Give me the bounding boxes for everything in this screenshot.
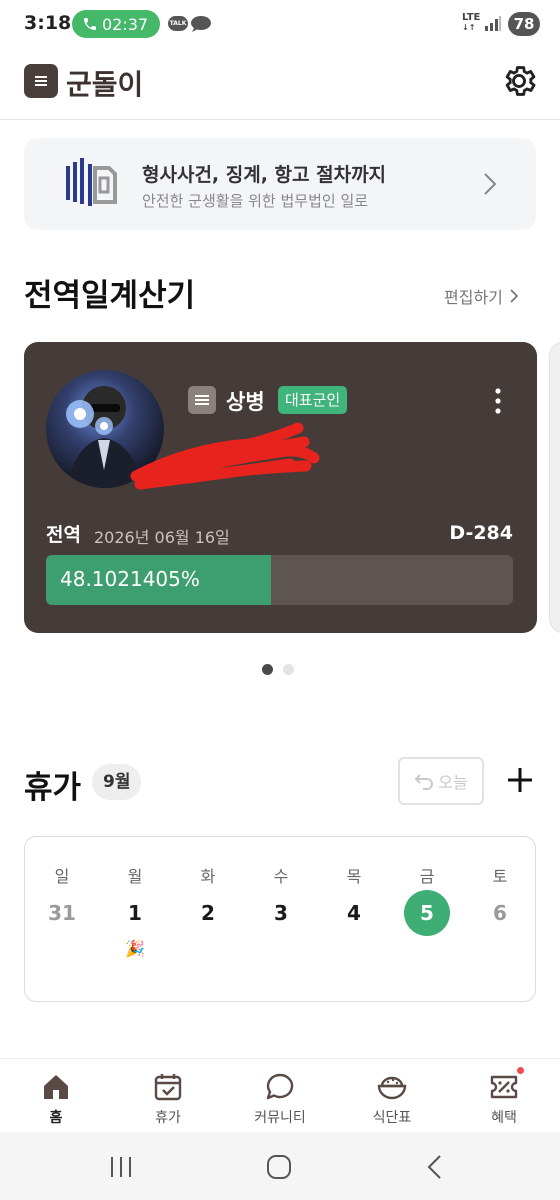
- call-timer: 02:37: [102, 14, 149, 34]
- discharge-label: 전역: [46, 524, 81, 546]
- rank-label: 상병: [226, 390, 265, 414]
- network-label: LTE: [462, 12, 481, 23]
- battery-indicator: 78: [508, 12, 540, 36]
- week-calendar: 일 31 월 1 🎉 화 2 수 3 목 4 금 5 토 6: [24, 836, 536, 1002]
- calendar-day[interactable]: 4: [331, 890, 377, 936]
- calendar-day[interactable]: 2: [185, 890, 231, 936]
- calendar-day-column[interactable]: 월 1 🎉: [105, 837, 165, 997]
- status-time: 3:18: [24, 12, 72, 34]
- nav-home[interactable]: 홈: [16, 1071, 96, 1127]
- calendar-day-column[interactable]: 화2: [178, 837, 238, 997]
- system-navigation-bar: [0, 1132, 560, 1200]
- calendar-day-column[interactable]: 목4: [324, 837, 384, 997]
- nav-community[interactable]: 커뮤니티: [240, 1071, 320, 1127]
- weekday-label: 수: [273, 867, 289, 886]
- representative-badge: 대표군인: [278, 386, 348, 414]
- today-label: 오늘: [438, 773, 468, 792]
- network-type: LTE ↓↑: [462, 12, 481, 33]
- rank-insignia-icon: [188, 386, 216, 414]
- kakaotalk-icon: TALK: [168, 16, 188, 31]
- dday-count: D-284: [449, 522, 513, 544]
- edit-link[interactable]: 편집하기: [444, 284, 519, 308]
- signal-icon: [485, 16, 501, 31]
- status-bar: 3:18 02:37 TALK LTE ↓↑ 78: [0, 0, 560, 48]
- redaction-scribble: [130, 422, 320, 490]
- chat-notification-icon: [191, 16, 211, 32]
- nav-benefits[interactable]: 혜택: [464, 1067, 544, 1127]
- calendar-day-column[interactable]: 토6: [470, 837, 530, 997]
- nav-label: 혜택: [491, 1110, 517, 1126]
- home-button-icon[interactable]: [264, 1152, 294, 1182]
- calendar-day-column[interactable]: 일 31: [32, 837, 92, 997]
- calendar-day[interactable]: 3: [258, 890, 304, 936]
- more-vertical-icon[interactable]: [490, 386, 506, 416]
- pager-dot[interactable]: [262, 664, 273, 675]
- nav-label: 홈: [49, 1110, 63, 1126]
- nav-vacation[interactable]: 휴가: [128, 1071, 208, 1127]
- calendar-day[interactable]: 6: [477, 890, 523, 936]
- vacation-section-title: 휴가: [24, 770, 82, 806]
- discharge-card[interactable]: 상병 대표군인 전역 2026년 06월 16일 D-284 48.102140…: [24, 342, 537, 633]
- pager-dot[interactable]: [283, 664, 294, 675]
- chevron-right-icon: [484, 173, 497, 195]
- weekday-label: 토: [492, 867, 508, 886]
- rice-bowl-icon: [377, 1076, 407, 1100]
- law-firm-logo-icon: [66, 158, 117, 206]
- calendar-day[interactable]: 1: [112, 890, 158, 936]
- notification-dot: [517, 1067, 524, 1074]
- banner-title: 형사사건, 징계, 항고 절차까지: [142, 164, 387, 186]
- calendar-day-column[interactable]: 금5: [397, 837, 457, 997]
- back-icon[interactable]: [420, 1152, 450, 1182]
- discharge-section-title: 전역일계산기: [24, 278, 196, 314]
- progress-percent: 48.1021405%: [60, 567, 200, 591]
- nav-meal-menu[interactable]: 식단표: [352, 1071, 432, 1127]
- nav-label: 식단표: [372, 1110, 412, 1126]
- gear-icon[interactable]: [500, 62, 538, 100]
- app-logo-icon: [24, 64, 58, 98]
- next-card-peek[interactable]: [549, 342, 560, 633]
- party-popper-icon: 🎉: [125, 939, 145, 958]
- card-pager: [262, 664, 294, 675]
- recent-apps-icon[interactable]: [106, 1152, 136, 1182]
- discharge-date: 2026년 06월 16일: [94, 528, 230, 547]
- month-selector[interactable]: 9월: [92, 764, 142, 800]
- edit-label: 편집하기: [444, 288, 503, 307]
- banner-subtitle: 안전한 군생활을 위한 법무법인 일로: [142, 192, 369, 210]
- chevron-right-icon: [510, 289, 519, 303]
- app-title: 군돌이: [66, 68, 144, 101]
- ticket-icon: [490, 1075, 518, 1099]
- bottom-navigation: 홈 휴가 커뮤니티 식단표 혜택: [0, 1058, 560, 1132]
- weekday-label: 월: [127, 867, 143, 886]
- home-icon: [44, 1075, 68, 1099]
- weekday-label: 금: [419, 867, 435, 886]
- call-timer-pill[interactable]: 02:37: [72, 10, 160, 38]
- calendar-day[interactable]: 31: [39, 890, 85, 936]
- nav-label: 휴가: [155, 1110, 181, 1126]
- nav-label: 커뮤니티: [254, 1110, 306, 1126]
- calendar-day-today[interactable]: 5: [404, 890, 450, 936]
- calendar-check-icon: [154, 1074, 182, 1101]
- weekday-label: 목: [346, 867, 362, 886]
- plus-icon[interactable]: [500, 760, 540, 800]
- weekday-label: 일: [54, 867, 70, 886]
- service-progress-bar: 48.1021405%: [46, 555, 513, 605]
- ad-banner[interactable]: 형사사건, 징계, 항고 절차까지 안전한 군생활을 위한 법무법인 일로: [24, 138, 536, 230]
- chat-bubble-icon: [266, 1073, 294, 1100]
- undo-arrow-icon: [414, 774, 434, 790]
- today-button[interactable]: 오늘: [398, 757, 484, 805]
- weekday-label: 화: [200, 867, 216, 886]
- phone-icon: [84, 18, 96, 30]
- app-header: 군돌이: [0, 48, 560, 120]
- calendar-day-column[interactable]: 수3: [251, 837, 311, 997]
